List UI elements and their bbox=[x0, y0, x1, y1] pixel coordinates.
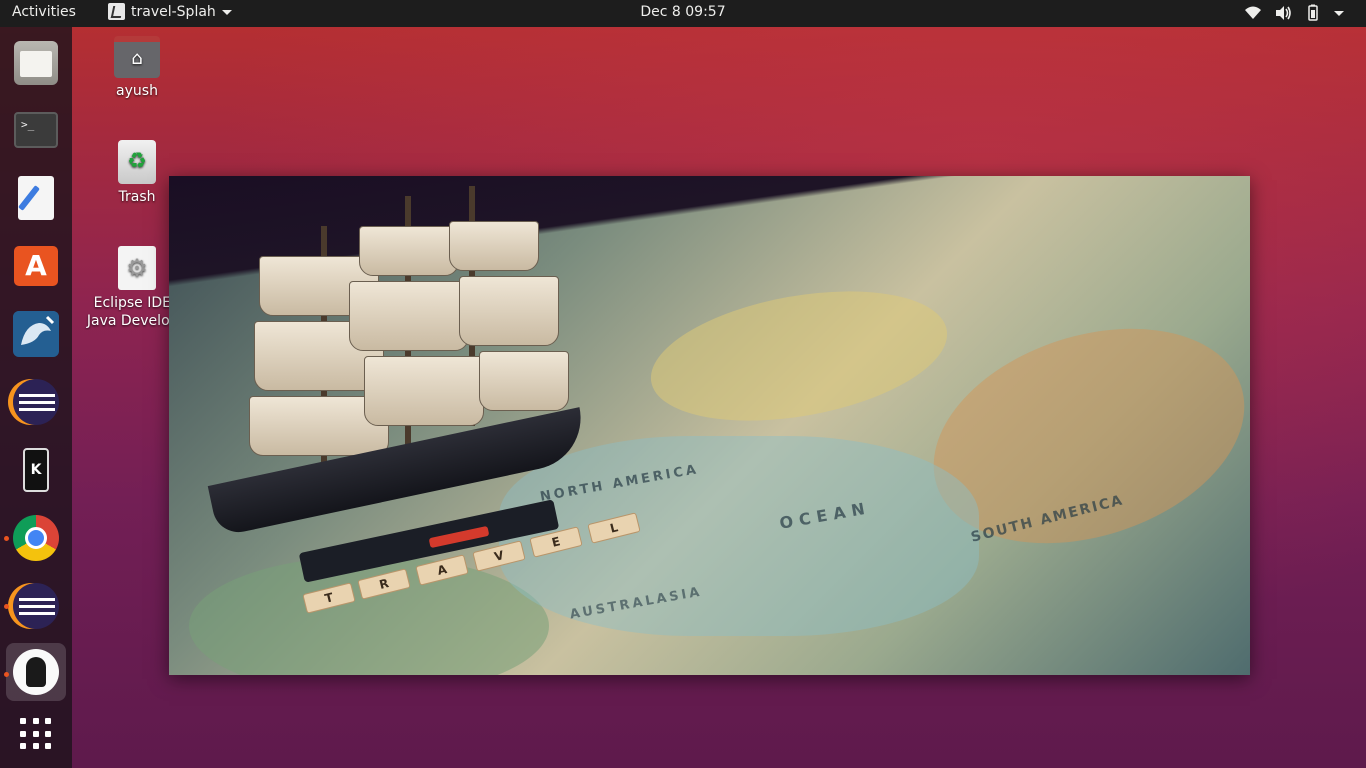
dock-item-ubuntu-software[interactable]: A bbox=[6, 237, 66, 295]
wifi-icon bbox=[1245, 6, 1261, 19]
splash-screen-image[interactable]: NORTH AMERICA OCEAN SOUTH AMERICA AUSTRA… bbox=[169, 176, 1250, 675]
files-icon bbox=[14, 41, 58, 85]
terminal-icon: >_ bbox=[14, 112, 58, 148]
eclipse-launcher-icon: ⚙ bbox=[118, 246, 156, 290]
mysql-workbench-icon bbox=[13, 311, 59, 357]
dock-item-terminal[interactable]: >_ bbox=[6, 101, 66, 159]
text-editor-icon bbox=[18, 176, 54, 220]
desktop-icon-label: ayush bbox=[116, 83, 158, 99]
ubuntu-software-icon: A bbox=[14, 246, 58, 286]
clock[interactable]: Dec 8 09:57 bbox=[0, 4, 1366, 20]
dock-item-kde-connect[interactable]: K bbox=[6, 441, 66, 499]
battery-icon bbox=[1308, 4, 1318, 21]
eclipse-icon bbox=[13, 379, 59, 425]
dock-item-eclipse[interactable] bbox=[6, 373, 66, 431]
top-bar: Activities travel-Splah Dec 8 09:57 bbox=[0, 0, 1366, 27]
desktop-icon-home[interactable]: ayush bbox=[77, 36, 197, 100]
dock-item-files[interactable] bbox=[6, 34, 66, 92]
dock: >_ A K bbox=[0, 27, 72, 768]
map-region bbox=[640, 270, 958, 442]
volume-icon bbox=[1276, 6, 1291, 20]
model-ship bbox=[189, 186, 609, 583]
eclipse-icon bbox=[13, 583, 59, 629]
chrome-icon bbox=[13, 515, 59, 561]
dock-item-eclipse-running[interactable] bbox=[6, 577, 66, 635]
system-tray[interactable] bbox=[1244, 4, 1344, 22]
running-indicator bbox=[4, 604, 9, 609]
trash-icon: ♻ bbox=[118, 140, 156, 184]
running-indicator bbox=[4, 536, 9, 541]
dock-item-java-app[interactable] bbox=[6, 643, 66, 701]
running-indicator bbox=[4, 672, 9, 677]
dock-item-mysql-workbench[interactable] bbox=[6, 305, 66, 363]
map-region bbox=[189, 556, 549, 675]
show-applications-button[interactable] bbox=[6, 705, 66, 763]
show-applications-icon bbox=[20, 718, 52, 750]
system-menu-caret-icon bbox=[1334, 10, 1344, 16]
dock-item-google-chrome[interactable] bbox=[6, 509, 66, 567]
dock-item-text-editor[interactable] bbox=[6, 169, 66, 227]
home-folder-icon bbox=[114, 36, 160, 78]
kde-connect-icon: K bbox=[23, 448, 49, 492]
java-duke-icon bbox=[13, 649, 59, 695]
